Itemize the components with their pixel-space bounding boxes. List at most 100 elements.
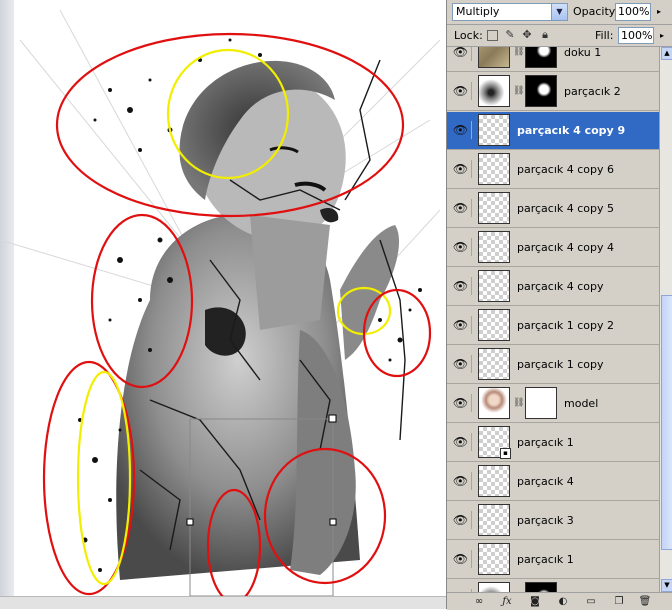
- layer-row[interactable]: 👁︎ parçacık 4 copy 9: [447, 112, 659, 150]
- folder-icon[interactable]: ▭: [583, 595, 599, 608]
- eye-icon[interactable]: 👁︎: [450, 394, 472, 412]
- layer-thumbnail[interactable]: [478, 504, 510, 536]
- layers-panel: Multiply ▼ Opacity: 100% ▸ Lock: ✎ ✥ 🔒︎ …: [446, 0, 672, 610]
- layer-mask-thumbnail[interactable]: [525, 582, 557, 592]
- layer-thumbnail[interactable]: [478, 192, 510, 224]
- transform-handle-top-right: [328, 414, 337, 423]
- layer-thumbnail[interactable]: [478, 387, 510, 419]
- layer-name[interactable]: parçacık 4 copy 4: [517, 229, 614, 267]
- eye-icon[interactable]: 👁︎: [450, 550, 472, 568]
- layer-row[interactable]: 👁︎ ▪ parçacık 1: [447, 424, 659, 462]
- layers-bottom-toolbar: ∞ ƒx ◙ ◐ ▭ ❐ 🗑︎: [447, 592, 672, 610]
- layer-thumbnail[interactable]: [478, 309, 510, 341]
- eye-icon[interactable]: 👁︎: [450, 472, 472, 490]
- layer-row[interactable]: 👁︎ parçacık 4 copy: [447, 268, 659, 306]
- layer-mask-thumbnail[interactable]: [525, 387, 557, 419]
- layer-row[interactable]: 👁︎ ⛓︎ parçacık 2: [447, 73, 659, 111]
- layer-name[interactable]: parçacık 4 copy 5: [517, 190, 614, 228]
- layer-name[interactable]: doku 1: [564, 47, 601, 72]
- smart-object-badge-icon: ▪: [500, 448, 511, 459]
- layer-mask-thumbnail[interactable]: [525, 75, 557, 107]
- lock-transparent-pixels-icon[interactable]: [487, 30, 498, 41]
- layer-name[interactable]: parçacık 1: [517, 424, 574, 462]
- eye-icon[interactable]: 👁︎: [450, 277, 472, 295]
- layer-row[interactable]: 👁︎ parçacık 4 copy 4: [447, 229, 659, 267]
- layer-name[interactable]: parçacık 1 copy: [517, 346, 604, 384]
- mask-icon[interactable]: ◙: [527, 595, 543, 608]
- layer-row[interactable]: 👁︎ parçacık 1 copy: [447, 346, 659, 384]
- layer-row[interactable]: 👁︎ parçacık 1: [447, 541, 659, 579]
- layer-row[interactable]: 👁︎ parçacık 4 copy 6: [447, 151, 659, 189]
- layer-thumbnail[interactable]: [478, 582, 510, 592]
- eye-icon[interactable]: 👁︎: [450, 160, 472, 178]
- layer-thumbnail[interactable]: [478, 114, 510, 146]
- canvas-horizontal-scrollbar[interactable]: [0, 596, 446, 609]
- blend-mode-value: Multiply: [456, 5, 500, 18]
- layer-name[interactable]: parçacık 4 copy: [517, 268, 604, 306]
- eye-icon[interactable]: 👁︎: [450, 238, 472, 256]
- layer-row[interactable]: 👁︎⛓︎: [447, 580, 659, 592]
- eye-icon[interactable]: 👁︎: [450, 199, 472, 217]
- layer-name[interactable]: parçacık 1 copy 2: [517, 307, 614, 345]
- lock-options-bar: Lock: ✎ ✥ 🔒︎ Fill: 100% ▸: [447, 25, 672, 47]
- layer-name[interactable]: parçacık 3: [517, 502, 574, 540]
- mask-link-icon[interactable]: ⛓︎: [513, 85, 524, 97]
- layer-name[interactable]: parçacık 4 copy 9: [517, 112, 625, 150]
- fill-slider-arrow-icon[interactable]: ▸: [657, 28, 667, 44]
- eye-icon[interactable]: 👁︎: [450, 121, 472, 139]
- link-icon[interactable]: ∞: [471, 595, 487, 608]
- lock-all-icon[interactable]: 🔒︎: [539, 29, 551, 41]
- eye-icon[interactable]: 👁︎: [450, 433, 472, 451]
- transform-handle-right: [329, 518, 337, 526]
- layer-row[interactable]: 👁︎ parçacık 3: [447, 502, 659, 540]
- lock-position-icon[interactable]: ✥: [521, 29, 533, 41]
- fill-input[interactable]: 100%: [618, 27, 654, 44]
- lock-image-pixels-icon[interactable]: ✎: [504, 29, 516, 41]
- adjustment-icon[interactable]: ◐: [555, 595, 571, 608]
- eye-icon[interactable]: 👁︎: [450, 355, 472, 373]
- transform-handle-left: [186, 518, 194, 526]
- layer-thumbnail[interactable]: [478, 231, 510, 263]
- layer-row[interactable]: 👁︎ ⛓︎ doku 1: [447, 47, 659, 72]
- new-layer-icon[interactable]: ❐: [611, 595, 627, 608]
- opacity-slider-arrow-icon[interactable]: ▸: [654, 4, 664, 20]
- layer-name[interactable]: parçacık 1: [517, 541, 574, 579]
- layer-row[interactable]: 👁︎ parçacık 4 copy 5: [447, 190, 659, 228]
- blend-mode-select[interactable]: Multiply ▼: [452, 3, 568, 21]
- eye-icon[interactable]: 👁︎: [450, 316, 472, 334]
- layers-list: 👁︎ ⛓︎ doku 1 👁︎ ⛓︎ parçacık 2 👁︎ parçacık 4 cop…: [447, 47, 659, 592]
- eye-icon[interactable]: 👁︎: [450, 82, 472, 100]
- trash-icon[interactable]: 🗑︎: [637, 595, 653, 608]
- lock-label: Lock:: [454, 29, 483, 42]
- opacity-label: Opacity:: [573, 5, 619, 18]
- layer-row[interactable]: 👁︎ parçacık 1 copy 2: [447, 307, 659, 345]
- fill-label: Fill:: [595, 29, 614, 42]
- mask-link-icon[interactable]: ⛓︎: [513, 397, 524, 409]
- opacity-input[interactable]: 100%: [615, 3, 651, 21]
- eye-icon[interactable]: 👁︎: [450, 47, 472, 61]
- layer-mask-thumbnail[interactable]: [525, 47, 557, 68]
- layer-name[interactable]: parçacık 4: [517, 463, 574, 501]
- layer-name[interactable]: model: [564, 385, 598, 423]
- layer-thumbnail[interactable]: [478, 75, 510, 107]
- layer-thumbnail[interactable]: [478, 543, 510, 575]
- layers-scrollbar[interactable]: ▲ ▼: [659, 47, 672, 592]
- layer-row[interactable]: 👁︎ ⛓︎ model: [447, 385, 659, 423]
- mask-link-icon[interactable]: ⛓︎: [513, 47, 524, 58]
- layer-name[interactable]: parçacık 4 copy 6: [517, 151, 614, 189]
- figure: [116, 60, 400, 580]
- layer-thumbnail[interactable]: [478, 270, 510, 302]
- layer-row[interactable]: 👁︎ parçacık 4: [447, 463, 659, 501]
- fx-icon[interactable]: ƒx: [499, 595, 515, 608]
- scroll-thumb[interactable]: [661, 295, 672, 550]
- layer-thumbnail[interactable]: [478, 465, 510, 497]
- chevron-down-icon[interactable]: ▼: [551, 4, 567, 20]
- scroll-down-icon[interactable]: ▼: [661, 579, 672, 592]
- document-canvas[interactable]: [0, 0, 446, 609]
- layer-thumbnail[interactable]: [478, 47, 510, 68]
- layer-thumbnail[interactable]: [478, 153, 510, 185]
- layer-name[interactable]: parçacık 2: [564, 73, 621, 111]
- scroll-up-icon[interactable]: ▲: [661, 47, 672, 60]
- layer-thumbnail[interactable]: [478, 348, 510, 380]
- eye-icon[interactable]: 👁︎: [450, 511, 472, 529]
